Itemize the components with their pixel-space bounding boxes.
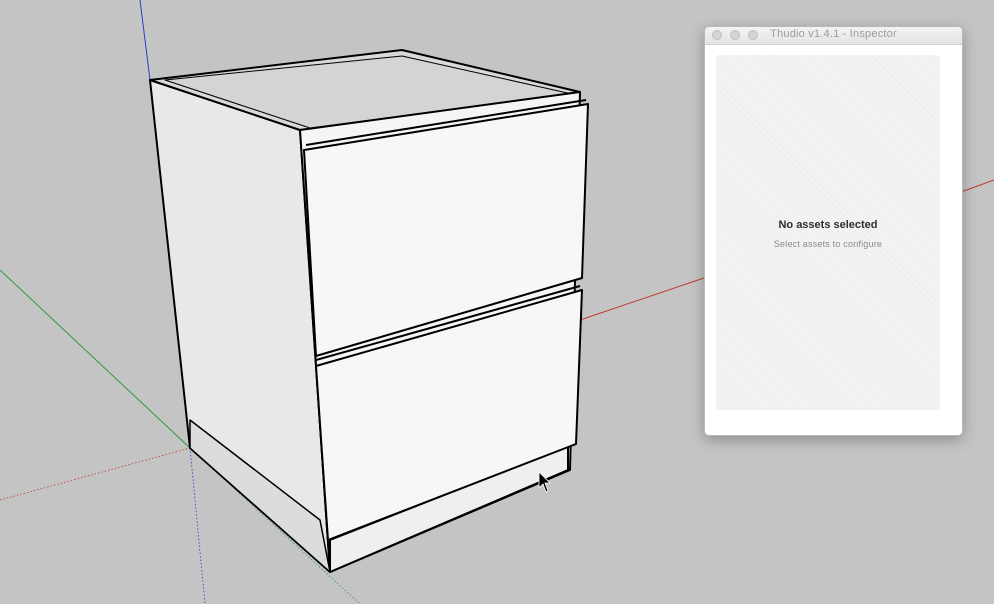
empty-state-title: No assets selected [778, 219, 878, 231]
blue-axis-dashed [189, 447, 206, 604]
window-titlebar[interactable]: Thudio v1.4.1 - Inspector [705, 27, 962, 45]
red-axis-right [960, 179, 994, 193]
empty-state-panel: No assets selected Select assets to conf… [716, 55, 940, 410]
red-axis-dashed [0, 447, 191, 501]
window-title: Thudio v1.4.1 - Inspector [770, 28, 897, 40]
inspector-window[interactable]: Thudio v1.4.1 - Inspector No assets sele… [704, 26, 963, 436]
inspector-content: No assets selected Select assets to conf… [705, 45, 962, 435]
modeling-viewport[interactable]: Thudio v1.4.1 - Inspector No assets sele… [0, 0, 994, 604]
cabinet-model[interactable] [149, 49, 589, 573]
empty-state-subtitle: Select assets to configure [773, 239, 883, 249]
green-axis [0, 269, 191, 449]
blue-axis [139, 0, 151, 81]
red-axis [579, 277, 705, 321]
